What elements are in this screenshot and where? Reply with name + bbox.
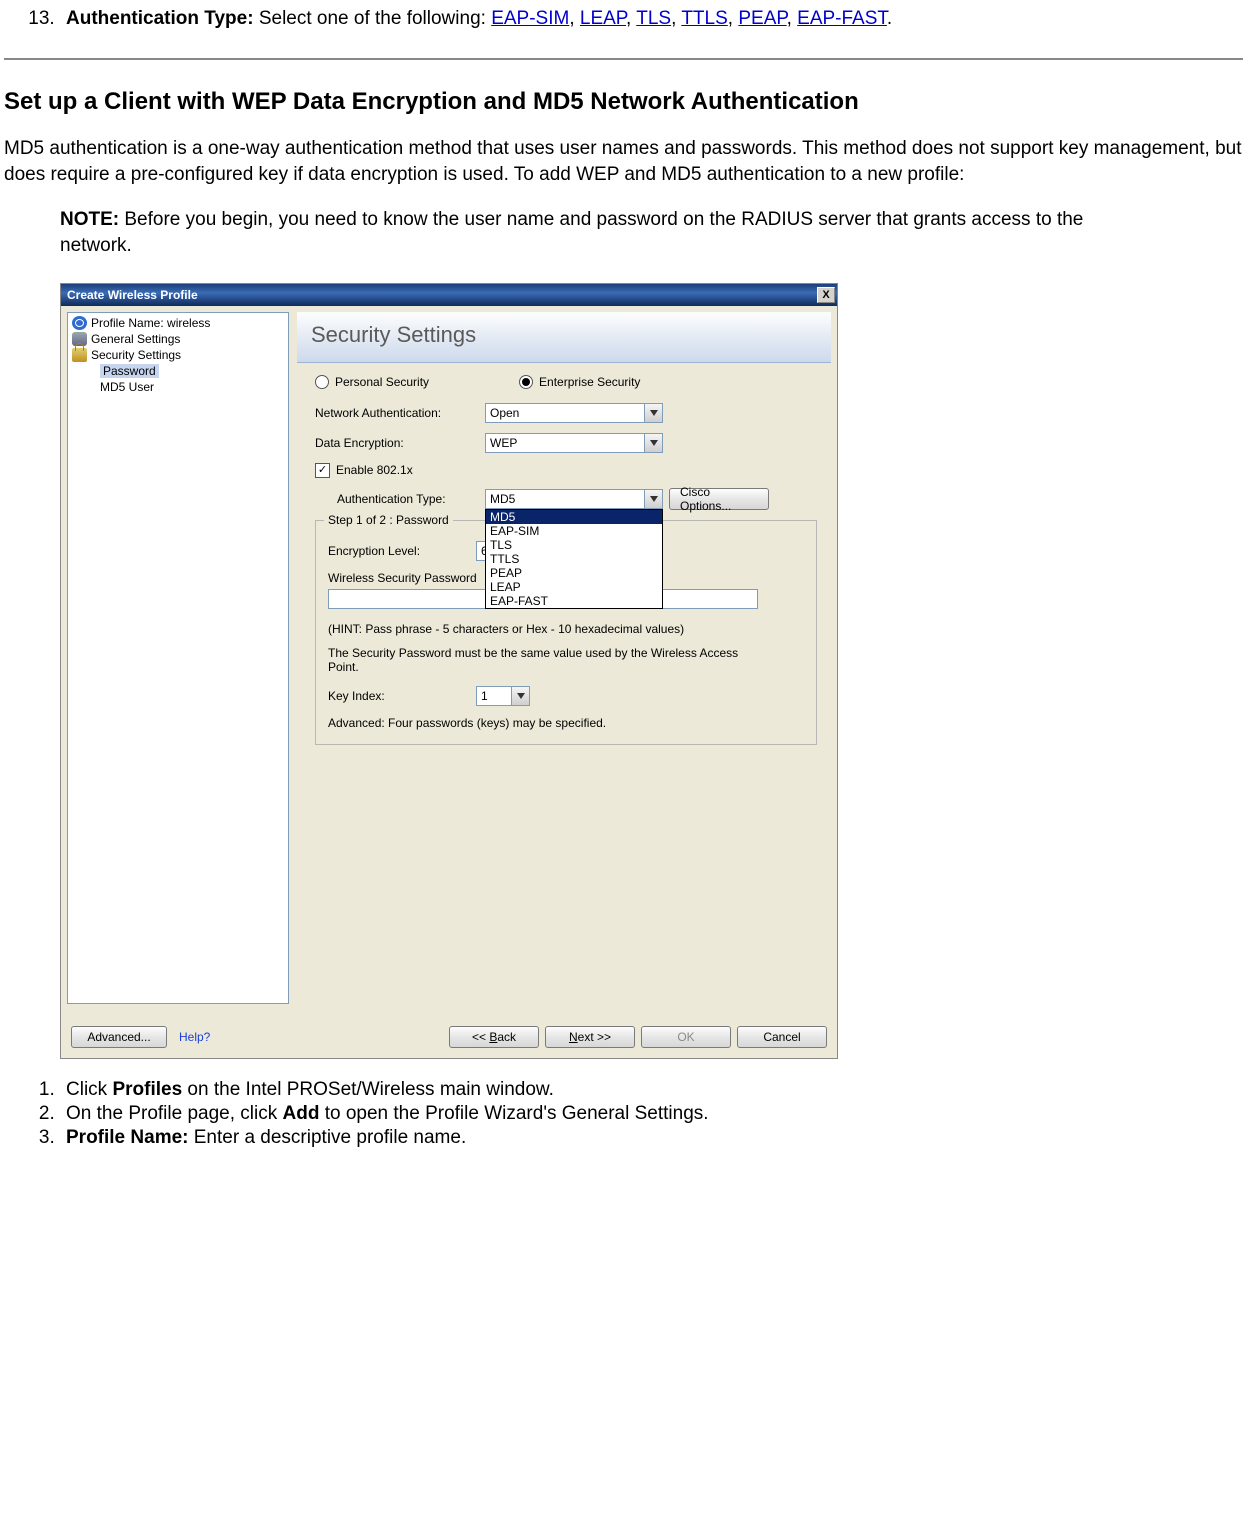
step-2: On the Profile page, click Add to open t… [60,1103,1243,1125]
label-encryption-level: Encryption Level: [328,544,476,558]
combo-auth-type[interactable]: MD5 [485,489,663,509]
create-wireless-profile-dialog: Create Wireless Profile X Profile Name: … [60,283,838,1059]
radio-icon [519,375,533,389]
combo-value: WEP [490,436,517,450]
checkbox-enable-8021x[interactable]: Enable 802.1x [315,463,817,478]
radio-enterprise-security[interactable]: Enterprise Security [519,375,640,389]
tree-row-security-settings[interactable]: Security Settings [68,347,288,363]
next-button[interactable]: Next >> [545,1026,635,1048]
radio-icon [315,375,329,389]
link-peap[interactable]: PEAP [738,8,786,29]
label-data-encryption: Data Encryption: [315,436,485,450]
pane-header-text: Security Settings [311,322,476,347]
lock-icon [72,348,87,362]
chevron-down-icon [644,434,662,452]
chevron-down-icon [644,490,662,508]
combo-network-auth[interactable]: Open [485,403,663,423]
dialog-screenshot: Create Wireless Profile X Profile Name: … [60,283,1243,1059]
ok-button[interactable]: OK [641,1026,731,1048]
label-key-index: Key Index: [328,689,476,703]
intro-list: Authentication Type: Select one of the f… [4,8,1243,30]
hint-text: (HINT: Pass phrase - 5 characters or Hex… [328,622,804,636]
combo-data-encryption[interactable]: WEP [485,433,663,453]
dropdown-option[interactable]: TTLS [486,552,662,566]
note-label: NOTE: [60,209,119,230]
combo-key-index[interactable]: 1 [476,686,530,706]
radio-personal-security[interactable]: Personal Security [315,375,429,389]
dropdown-option[interactable]: EAP-FAST [486,594,662,608]
back-button[interactable]: << Back [449,1026,539,1048]
dropdown-option[interactable]: EAP-SIM [486,524,662,538]
titlebar-text: Create Wireless Profile [67,288,817,302]
dropdown-option[interactable]: PEAP [486,566,662,580]
tree-row-profile-name[interactable]: Profile Name: wireless [68,315,288,331]
link-ttls[interactable]: TTLS [681,8,727,29]
titlebar: Create Wireless Profile X [61,284,837,306]
dialog-button-bar: Advanced... Help? << Back Next >> OK Can… [61,1018,837,1058]
step-3: Profile Name: Enter a descriptive profil… [60,1127,1243,1149]
tree-label: Profile Name: wireless [91,316,210,330]
label-auth-type: Authentication Type: [337,492,485,506]
combo-value: 1 [481,689,488,703]
radio-label: Personal Security [335,375,429,389]
tree-label-selected: Password [100,364,159,378]
checkbox-icon [315,463,330,478]
note-block: NOTE: Before you begin, you need to know… [60,207,1243,258]
dropdown-option[interactable]: TLS [486,538,662,552]
section-heading: Set up a Client with WEP Data Encryption… [4,88,1243,116]
dropdown-option[interactable]: LEAP [486,580,662,594]
close-icon[interactable]: X [817,287,835,303]
auth-type-label: Authentication Type: [66,8,254,29]
cancel-button[interactable]: Cancel [737,1026,827,1048]
step-1: Click Profiles on the Intel PROSet/Wirel… [60,1079,1243,1101]
pane-header: Security Settings [297,312,831,363]
tree-label: General Settings [91,332,180,346]
globe-icon [72,316,87,330]
checkbox-label: Enable 802.1x [336,463,413,477]
link-leap[interactable]: LEAP [580,8,626,29]
note-text: Before you begin, you need to know the u… [60,209,1083,256]
label-network-auth: Network Authentication: [315,406,485,420]
intro-list-item-13: Authentication Type: Select one of the f… [60,8,1243,30]
combo-value: Open [490,406,519,420]
advanced-note: Advanced: Four passwords (keys) may be s… [328,716,804,730]
tree-row-general-settings[interactable]: General Settings [68,331,288,347]
separator [4,58,1243,60]
tree-row-password[interactable]: Password [68,363,288,379]
link-eap-fast[interactable]: EAP-FAST [797,8,887,29]
tree-row-md5-user[interactable]: MD5 User [68,379,288,395]
steps-list: Click Profiles on the Intel PROSet/Wirel… [4,1079,1243,1149]
help-link[interactable]: Help? [179,1030,210,1044]
combo-value: MD5 [490,492,515,506]
cisco-options-button[interactable]: Cisco Options... [669,488,769,510]
groupbox-legend: Step 1 of 2 : Password [324,513,453,527]
auth-type-tail: Select one of the following: [254,8,492,29]
auth-type-dropdown[interactable]: MD5 EAP-SIM TLS TTLS PEAP LEAP EAP-FAST [485,509,663,609]
chevron-down-icon [644,404,662,422]
radio-label: Enterprise Security [539,375,640,389]
profile-tree[interactable]: Profile Name: wireless General Settings … [67,312,289,1004]
dropdown-option[interactable]: MD5 [486,510,662,524]
link-tls[interactable]: TLS [636,8,671,29]
link-eap-sim[interactable]: EAP-SIM [491,8,569,29]
tree-label: MD5 User [100,380,154,394]
section-paragraph: MD5 authentication is a one-way authenti… [4,136,1243,187]
tree-label: Security Settings [91,348,181,362]
intro-list-end: . [887,8,892,29]
chevron-down-icon [511,687,529,705]
same-value-note: The Security Password must be the same v… [328,646,758,674]
advanced-button[interactable]: Advanced... [71,1026,167,1048]
